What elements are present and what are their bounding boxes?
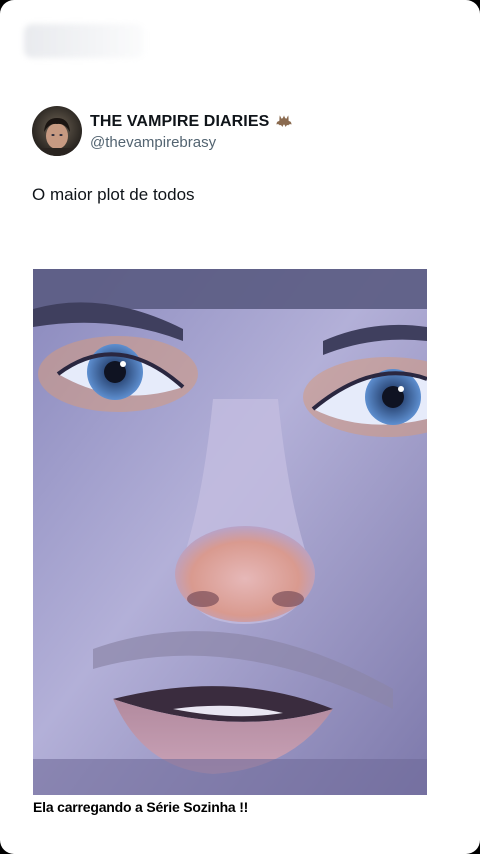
face-closeup-image — [33, 269, 427, 795]
display-name[interactable]: THE VAMPIRE DIARIES — [90, 113, 269, 131]
display-name-row: THE VAMPIRE DIARIES — [90, 112, 294, 132]
avatar-image — [32, 106, 82, 156]
tweet-author: THE VAMPIRE DIARIES @thevampirebrasy — [90, 112, 294, 151]
bat-icon — [276, 114, 292, 127]
tweet-media[interactable] — [33, 269, 427, 795]
tweet-header: THE VAMPIRE DIARIES @thevampirebrasy — [32, 106, 294, 156]
tweet-text: O maior plot de todos — [32, 185, 195, 204]
avatar[interactable] — [32, 106, 82, 156]
media-caption: Ela carregando a Série Sozinha !! — [33, 799, 249, 815]
story-screen: THE VAMPIRE DIARIES @thevampirebrasy O m… — [0, 0, 480, 854]
handle[interactable]: @thevampirebrasy — [90, 134, 294, 151]
blurred-top-overlay — [24, 24, 144, 58]
